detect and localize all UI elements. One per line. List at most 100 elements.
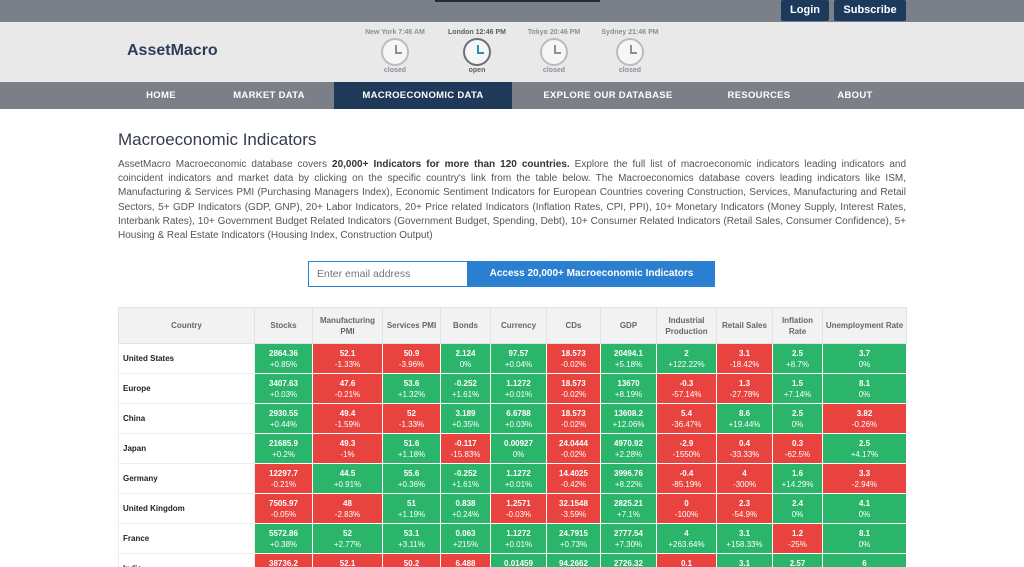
indicator-cell[interactable]: 0.014590% xyxy=(490,553,547,567)
indicator-cell[interactable]: 8.1 0% xyxy=(822,523,907,555)
indicator-cell[interactable]: 24.0444 -0.02% xyxy=(546,433,601,465)
indicator-cell[interactable]: 1.1272 +0.01% xyxy=(490,463,547,495)
indicator-cell[interactable]: -2.9 -1550% xyxy=(656,433,717,465)
indicator-cell[interactable]: 50.9 -3.96% xyxy=(382,343,441,375)
indicator-cell[interactable]: 3.1+158.33% xyxy=(716,523,773,555)
indicator-cell[interactable]: 0.4 -33.33% xyxy=(716,433,773,465)
indicator-cell[interactable]: 18.573 -0.02% xyxy=(546,403,601,435)
indicator-cell[interactable]: 2.57+30.46% xyxy=(772,553,823,567)
indicator-cell[interactable]: 6+20% xyxy=(822,553,907,567)
column-header[interactable]: GDP xyxy=(600,307,657,345)
indicator-cell[interactable]: 3996.76 +8.22% xyxy=(600,463,657,495)
access-indicators-button[interactable]: Access 20,000+ Macroeconomic Indicators xyxy=(468,261,715,288)
column-header[interactable]: Industrial Production xyxy=(656,307,717,345)
email-input[interactable] xyxy=(308,261,468,288)
country-link[interactable]: Germany xyxy=(118,463,255,495)
logo[interactable]: AssetMacro xyxy=(127,42,218,60)
indicator-cell[interactable]: 50.2-1.57% xyxy=(382,553,441,567)
indicator-cell[interactable]: 97.57 +0.04% xyxy=(490,343,547,375)
indicator-cell[interactable]: 2.4 0% xyxy=(772,493,823,525)
indicator-cell[interactable]: 3407.63 +0.03% xyxy=(254,373,313,405)
indicator-cell[interactable]: 1.1272 +0.01% xyxy=(490,373,547,405)
column-header[interactable]: Currency xyxy=(490,307,547,345)
column-header[interactable]: Bonds xyxy=(440,307,491,345)
indicator-cell[interactable]: 52.1-1.14% xyxy=(312,553,383,567)
nav-item-macroeconomic-data[interactable]: MACROECONOMIC DATA xyxy=(334,82,512,109)
indicator-cell[interactable]: 38736.2-0.22% xyxy=(254,553,313,567)
indicator-cell[interactable]: 3.3 -2.94% xyxy=(822,463,907,495)
column-header[interactable]: Stocks xyxy=(254,307,313,345)
indicator-cell[interactable]: 2.3 -54.9% xyxy=(716,493,773,525)
country-link[interactable]: United Kingdom xyxy=(118,493,255,525)
indicator-cell[interactable]: 55.6 +0.36% xyxy=(382,463,441,495)
indicator-cell[interactable]: 1.2571 -0.03% xyxy=(490,493,547,525)
indicator-cell[interactable]: 13670 +8.19% xyxy=(600,373,657,405)
indicator-cell[interactable]: 44.5 +0.91% xyxy=(312,463,383,495)
indicator-cell[interactable]: 53.1 +3.11% xyxy=(382,523,441,555)
indicator-cell[interactable]: 51.6 +1.18% xyxy=(382,433,441,465)
indicator-cell[interactable]: 4 +263.64% xyxy=(656,523,717,555)
nav-item-explore-our-database[interactable]: EXPLORE OUR DATABASE xyxy=(512,82,704,109)
indicator-cell[interactable]: 1.5 +7.14% xyxy=(772,373,823,405)
indicator-cell[interactable]: 2 +122.22% xyxy=(656,343,717,375)
indicator-cell[interactable]: 12297.7 -0.21% xyxy=(254,463,313,495)
indicator-cell[interactable]: 5572.86 +0.38% xyxy=(254,523,313,555)
indicator-cell[interactable]: 21685.9 +0.2% xyxy=(254,433,313,465)
indicator-cell[interactable]: 3.189 +0.35% xyxy=(440,403,491,435)
country-link[interactable]: Japan xyxy=(118,433,255,465)
column-header[interactable]: CDs xyxy=(546,307,601,345)
column-header[interactable]: Country xyxy=(118,307,255,345)
indicator-cell[interactable]: 2.5 0% xyxy=(772,403,823,435)
indicator-cell[interactable]: 3.7 0% xyxy=(822,343,907,375)
subscribe-button[interactable]: Subscribe xyxy=(834,0,906,21)
indicator-cell[interactable]: 0.3 -62.5% xyxy=(772,433,823,465)
indicator-cell[interactable]: 7505.97 -0.05% xyxy=(254,493,313,525)
indicator-cell[interactable]: 4 -300% xyxy=(716,463,773,495)
indicator-cell[interactable]: 2777.54 +7.30% xyxy=(600,523,657,555)
nav-item-home[interactable]: HOME xyxy=(118,82,204,109)
indicator-cell[interactable]: -0.3 -57.14% xyxy=(656,373,717,405)
indicator-cell[interactable]: 5.4 -36.47% xyxy=(656,403,717,435)
indicator-cell[interactable]: 94.2662+1.00% xyxy=(546,553,601,567)
indicator-cell[interactable]: 1.6 +14.29% xyxy=(772,463,823,495)
indicator-cell[interactable]: 18.573 -0.02% xyxy=(546,373,601,405)
indicator-cell[interactable]: 49.4 -1.59% xyxy=(312,403,383,435)
indicator-cell[interactable]: 0.063 +215% xyxy=(440,523,491,555)
login-button[interactable]: Login xyxy=(781,0,829,21)
country-link[interactable]: United States xyxy=(118,343,255,375)
indicator-cell[interactable]: 1.2 -25% xyxy=(772,523,823,555)
indicator-cell[interactable]: -0.117 -15.83% xyxy=(440,433,491,465)
column-header[interactable]: Manufacturing PMI xyxy=(312,307,383,345)
country-link[interactable]: Europe xyxy=(118,373,255,405)
indicator-cell[interactable]: 4970.92 +2.28% xyxy=(600,433,657,465)
indicator-cell[interactable]: 8.1 0% xyxy=(822,373,907,405)
indicator-cell[interactable]: 32.1548 -3.59% xyxy=(546,493,601,525)
column-header[interactable]: Retail Sales xyxy=(716,307,773,345)
indicator-cell[interactable]: 2.5 +8.7% xyxy=(772,343,823,375)
indicator-cell[interactable]: 52 +2.77% xyxy=(312,523,383,555)
column-header[interactable]: Unemployment Rate xyxy=(822,307,907,345)
indicator-cell[interactable]: 0.1-92.86% xyxy=(656,553,717,567)
indicator-cell[interactable]: 48 -2.83% xyxy=(312,493,383,525)
country-link[interactable]: India xyxy=(118,553,255,567)
indicator-cell[interactable]: 51 +1.19% xyxy=(382,493,441,525)
indicator-cell[interactable]: 14.4025 -0.42% xyxy=(546,463,601,495)
indicator-cell[interactable]: 6.6788 +0.03% xyxy=(490,403,547,435)
indicator-cell[interactable]: 52 -1.33% xyxy=(382,403,441,435)
indicator-cell[interactable]: -0.252 +1.61% xyxy=(440,373,491,405)
indicator-cell[interactable]: 2.5 +4.17% xyxy=(822,433,907,465)
indicator-cell[interactable]: 6.488-0.09% xyxy=(440,553,491,567)
indicator-cell[interactable]: 1.3 -27.78% xyxy=(716,373,773,405)
country-link[interactable]: China xyxy=(118,403,255,435)
indicator-cell[interactable]: 2864.36 +0.85% xyxy=(254,343,313,375)
nav-item-market-data[interactable]: MARKET DATA xyxy=(204,82,334,109)
nav-item-resources[interactable]: RESOURCES xyxy=(704,82,814,109)
indicator-cell[interactable]: 47.6 -0.21% xyxy=(312,373,383,405)
indicator-cell[interactable]: 13608.2 +12.06% xyxy=(600,403,657,435)
indicator-cell[interactable]: -0.4 -85.19% xyxy=(656,463,717,495)
indicator-cell[interactable]: 2930.55 +0.44% xyxy=(254,403,313,435)
indicator-cell[interactable]: 53.6 +1.32% xyxy=(382,373,441,405)
indicator-cell[interactable]: -0.252 +1.61% xyxy=(440,463,491,495)
nav-item-about[interactable]: ABOUT xyxy=(814,82,896,109)
indicator-cell[interactable]: 2825.21 +7.1% xyxy=(600,493,657,525)
